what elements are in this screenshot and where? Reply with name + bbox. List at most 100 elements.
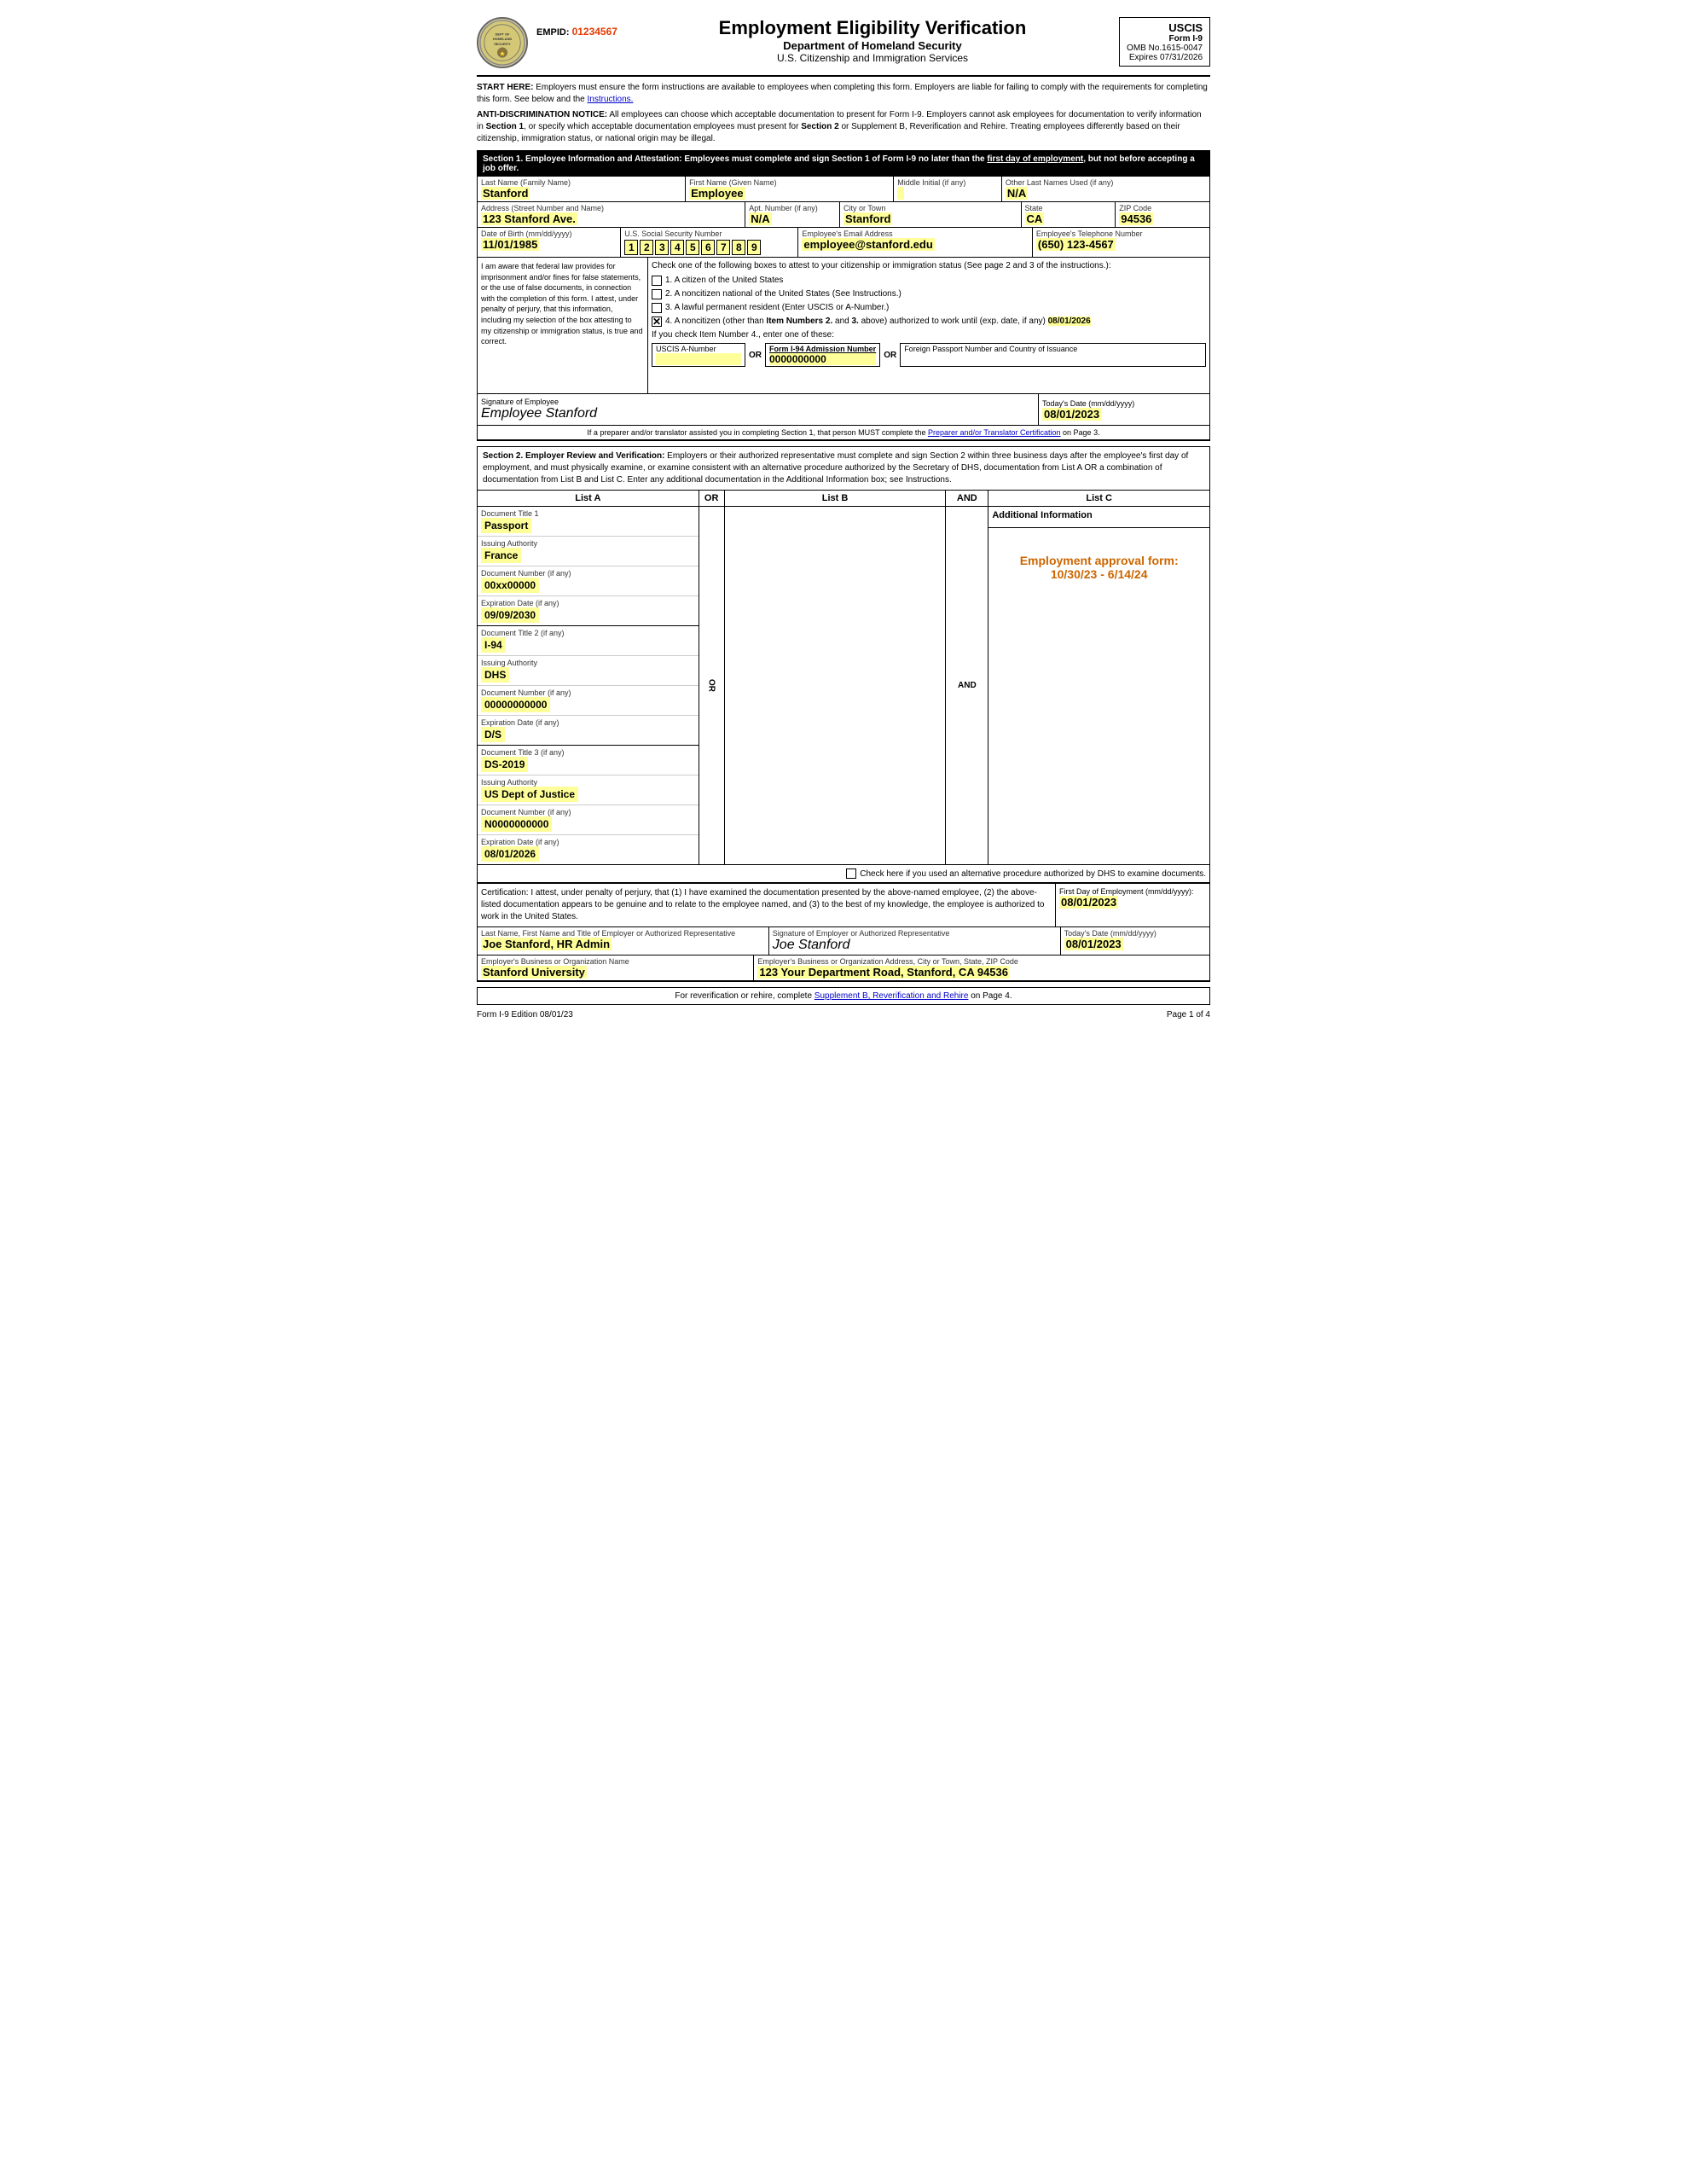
check-text: Check one of the following boxes to atte… <box>652 261 1206 270</box>
emp-approval-text: Employment approval form: 10/30/23 - 6/1… <box>997 554 1201 581</box>
notice1-text: START HERE: Employers must ensure the fo… <box>477 82 1210 106</box>
ssn-digit-7: 7 <box>716 240 730 255</box>
uscis-a-box: USCIS A-Number <box>652 343 745 367</box>
ssn-digit-6: 6 <box>701 240 715 255</box>
middle-initial-value <box>897 187 904 200</box>
add-info-title: Additional Information <box>992 510 1206 520</box>
ssn-digit-2: 2 <box>640 240 653 255</box>
option4-note: If you check Item Number 4., enter one o… <box>652 330 1206 340</box>
option2-checkbox[interactable] <box>652 289 662 299</box>
preparer-note: If a preparer and/or translator assisted… <box>478 426 1209 440</box>
list-c-column: Additional Information Employment approv… <box>988 507 1209 864</box>
reverif-footer: For reverification or rehire, complete S… <box>477 987 1210 1005</box>
alt-proc-checkbox[interactable] <box>846 868 856 879</box>
doc3-num-value: N0000000000 <box>481 816 552 832</box>
ssn-digit-3: 3 <box>655 240 669 255</box>
address-value: 123 Stanford Ave. <box>481 212 577 225</box>
form-subtitle2: U.S. Citizenship and Immigration Service… <box>626 52 1119 64</box>
org-address-label: Employer's Business or Organization Addr… <box>757 957 1206 966</box>
doc2-exp-label: Expiration Date (if any) <box>481 718 695 727</box>
doc3-exp-value: 08/01/2026 <box>481 846 539 862</box>
option2-text: 2. A noncitizen national of the United S… <box>665 289 901 299</box>
omb-number: OMB No.1615-0047 <box>1127 44 1203 53</box>
option4-checkbox[interactable]: ✕ <box>652 317 662 327</box>
ssn-digit-9: 9 <box>747 240 761 255</box>
foreign-passport-label: Foreign Passport Number and Country of I… <box>904 345 1202 353</box>
i94-box: Form I-94 Admission Number 0000000000 <box>765 343 880 367</box>
form-edition: Form I-9 Edition 08/01/23 <box>477 1010 573 1019</box>
uscis-title: USCIS <box>1127 21 1203 34</box>
address-label: Address (Street Number and Name) <box>481 204 741 212</box>
form-name: Form I-9 <box>1127 34 1203 44</box>
option1-row: 1. A citizen of the United States <box>652 276 1206 286</box>
section1-header: Section 1. Employee Information and Atte… <box>478 151 1209 177</box>
zip-value: 94536 <box>1119 212 1153 225</box>
apt-label: Apt. Number (if any) <box>749 204 836 212</box>
first-name-value: Employee <box>689 187 745 200</box>
option1-text: 1. A citizen of the United States <box>665 276 783 285</box>
doc2-title-label: Document Title 2 (if any) <box>481 629 695 637</box>
doc3-num-label: Document Number (if any) <box>481 808 695 816</box>
dob-label: Date of Birth (mm/dd/yyyy) <box>481 229 617 238</box>
employee-signature: Employee Stanford <box>481 406 1035 421</box>
svg-text:DEPT OF: DEPT OF <box>496 32 510 36</box>
employer-name-label: Last Name, First Name and Title of Emplo… <box>481 929 765 938</box>
last-name-value: Stanford <box>481 187 530 200</box>
option3-row: 3. A lawful permanent resident (Enter US… <box>652 303 1206 313</box>
option4-date: 08/01/2026 <box>1048 317 1091 326</box>
doc1-exp-value: 09/09/2030 <box>481 607 539 623</box>
expiry-date: Expires 07/31/2026 <box>1127 53 1203 62</box>
first-day-label: First Day of Employment (mm/dd/yyyy): <box>1059 887 1206 896</box>
city-label: City or Town <box>844 204 1017 212</box>
option4-row: ✕ 4. A noncitizen (other than Item Numbe… <box>652 317 1206 327</box>
last-name-label: Last Name (Family Name) <box>481 178 681 187</box>
first-name-label: First Name (Given Name) <box>689 178 890 187</box>
and-divider: AND <box>946 507 988 864</box>
ssn-digit-5: 5 <box>686 240 699 255</box>
issuing-authority-label-1: Issuing Authority <box>481 539 695 548</box>
ssn-digit-8: 8 <box>732 240 745 255</box>
doc2-exp-value: D/S <box>481 727 505 742</box>
cert-text: Certification: I attest, under penalty o… <box>478 884 1056 926</box>
uscis-a-label: USCIS A-Number <box>656 345 741 353</box>
apt-value: N/A <box>749 212 771 225</box>
employer-signature: Joe Stanford <box>773 938 1057 953</box>
option3-text: 3. A lawful permanent resident (Enter US… <box>665 303 889 312</box>
foreign-passport-box: Foreign Passport Number and Country of I… <box>900 343 1206 367</box>
doc1-title-value: Passport <box>481 518 531 533</box>
employer-date-value: 08/01/2023 <box>1064 938 1123 950</box>
ssn-digit-1: 1 <box>624 240 638 255</box>
doc2-num-label: Document Number (if any) <box>481 688 695 697</box>
state-value: CA <box>1025 212 1045 225</box>
issuing-authority-label-3: Issuing Authority <box>481 778 695 787</box>
city-value: Stanford <box>844 212 892 225</box>
svg-text:SECURITY: SECURITY <box>494 43 511 46</box>
option1-checkbox[interactable] <box>652 276 662 286</box>
option3-checkbox[interactable] <box>652 303 662 313</box>
doc1-issuing-value: France <box>481 548 521 563</box>
first-day-value: 08/01/2023 <box>1059 896 1118 909</box>
email-value: employee@stanford.edu <box>802 238 934 251</box>
or-text2: OR <box>884 351 896 360</box>
doc1-num-label: Document Number (if any) <box>481 569 695 578</box>
list-b-header: List B <box>725 491 947 506</box>
emp-id-label: EMPID: <box>536 27 570 38</box>
org-name-value: Stanford University <box>481 966 587 979</box>
uscis-a-value <box>656 353 741 365</box>
org-name-label: Employer's Business or Organization Name <box>481 957 750 966</box>
phone-value: (650) 123-4567 <box>1036 238 1116 251</box>
ssn-digit-4: 4 <box>670 240 684 255</box>
dob-value: 11/01/1985 <box>481 238 539 251</box>
zip-label: ZIP Code <box>1119 204 1206 212</box>
doc2-title-value: I-94 <box>481 637 506 653</box>
middle-initial-label: Middle Initial (if any) <box>897 178 998 187</box>
ssn-label: U.S. Social Security Number <box>624 229 794 238</box>
doc1-title-label: Document Title 1 <box>481 509 695 518</box>
option2-row: 2. A noncitizen national of the United S… <box>652 289 1206 299</box>
agency-logo: DEPT OF HOMELAND SECURITY ⭐ <box>477 17 528 68</box>
other-names-value: N/A <box>1006 187 1028 200</box>
or-text1: OR <box>749 351 762 360</box>
svg-text:HOMELAND: HOMELAND <box>493 38 513 41</box>
doc3-exp-label: Expiration Date (if any) <box>481 838 695 846</box>
other-names-label: Other Last Names Used (if any) <box>1006 178 1206 187</box>
